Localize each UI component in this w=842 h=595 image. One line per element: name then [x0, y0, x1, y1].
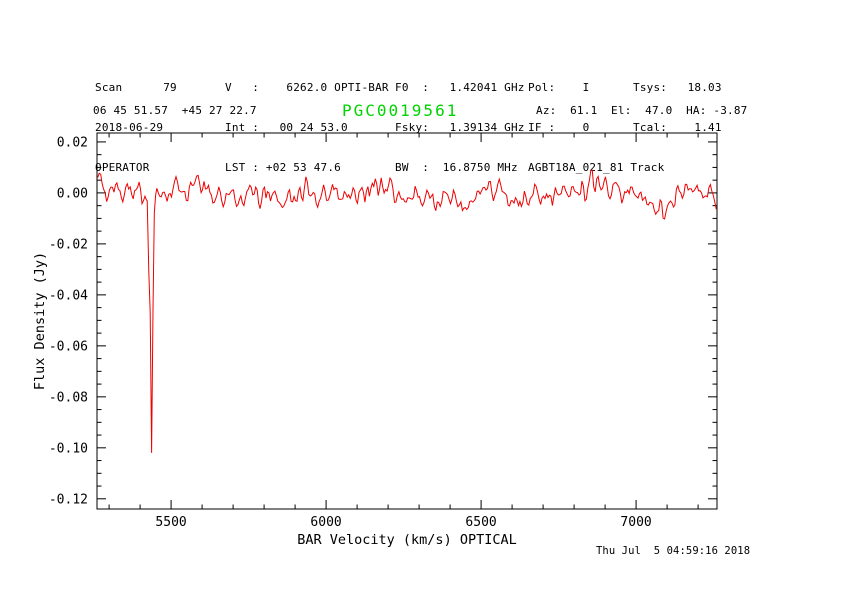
plot-box: [97, 133, 717, 509]
y-tick-label: -0.06: [49, 339, 88, 354]
y-tick-label: -0.08: [49, 390, 88, 405]
x-tick-label: 7000: [620, 515, 651, 530]
x-tick-label: 6000: [310, 515, 341, 530]
y-tick-label: -0.02: [49, 237, 88, 252]
x-axis-title: BAR Velocity (km/s) OPTICAL: [297, 532, 516, 548]
x-tick-label: 5500: [155, 515, 186, 530]
gbtidl-plotter-window: Scan 79 2018-06-29 OPERATOR V : 6262.0 O…: [0, 0, 842, 595]
y-tick-label: 0.02: [57, 135, 88, 150]
y-tick-label: -0.04: [49, 288, 88, 303]
y-tick-label: -0.10: [49, 441, 88, 456]
y-axis-title: Flux Density (Jy): [32, 252, 48, 390]
spectrum-plot: 5500 6000 6500 7000 0.02 0.00 -0.02 -0.04 -0.06 -…: [0, 0, 842, 595]
y-tick-label: 0.00: [57, 186, 88, 201]
spectrum-line: [98, 170, 717, 453]
x-tick-label: 6500: [465, 515, 496, 530]
y-tick-label: -0.12: [49, 492, 88, 507]
plot-timestamp: Thu Jul 5 04:59:16 2018: [596, 545, 750, 557]
